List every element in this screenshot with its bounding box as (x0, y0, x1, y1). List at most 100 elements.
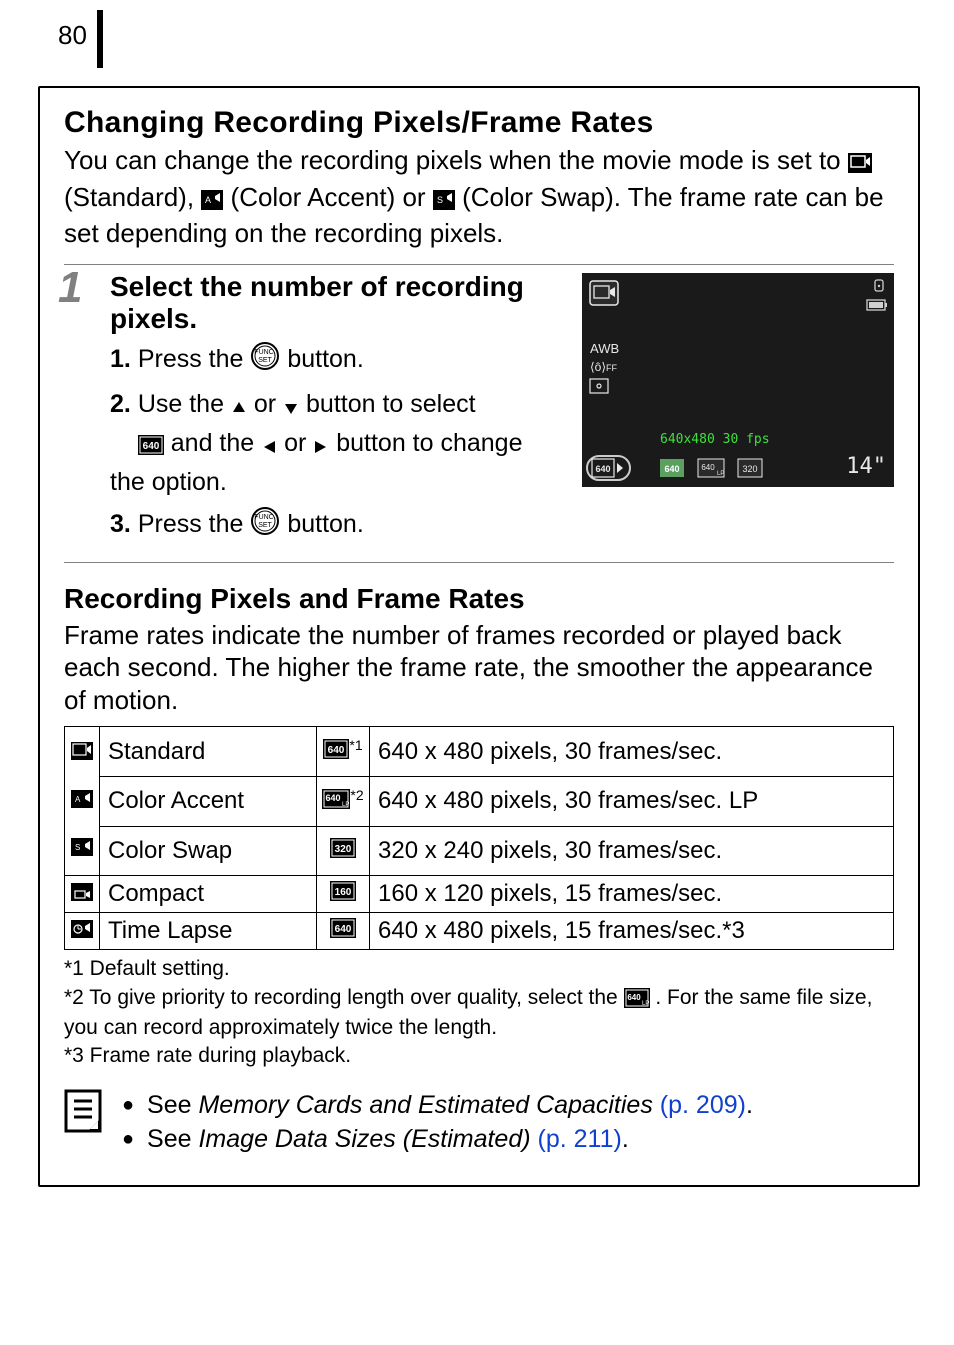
res-640-icon: 640 (330, 918, 356, 938)
movie-color-swap-icon: S (433, 185, 455, 218)
mode-desc: 640 x 480 pixels, 30 frames/sec. (370, 727, 894, 777)
see-1-post: . (746, 1091, 753, 1119)
mode-label: Standard (100, 727, 317, 777)
lcd-mycolors-icon: ⟨ô⟩FF (590, 360, 619, 376)
up-arrow-icon (231, 391, 247, 426)
substep-1: 1. Press the FUNC.SET button. (110, 341, 562, 381)
footnote-1: *1 Default setting. (64, 956, 894, 982)
svg-text:A: A (205, 195, 211, 205)
svg-text:640: 640 (326, 793, 341, 803)
table-row: Color Swap 320 320 x 240 pixels, 30 fram… (65, 826, 894, 876)
substep-2: 2. Use the or button to select 2. 640 (110, 387, 562, 500)
lcd-awb-icon: AWB (590, 341, 619, 358)
note-icon (64, 1089, 108, 1144)
movie-timelapse-icon (71, 920, 93, 938)
intro-text-a: You can change the recording pixels when… (64, 145, 848, 175)
svg-text:320: 320 (742, 464, 757, 474)
modes-table: A S Standard 640 *1 640 x 480 pixels, 30 … (64, 726, 894, 950)
substep-2-num: 2. (110, 390, 131, 418)
table-row: A S Standard 640*1 640 x 480 pixels, 30 … (65, 727, 894, 777)
see-2-page-link[interactable]: (p. 211) (531, 1125, 622, 1153)
see-1-pre: See (147, 1091, 198, 1119)
substep-2-c: button to select (306, 390, 476, 418)
mode-label: Color Swap (100, 826, 317, 876)
svg-text:SET: SET (259, 522, 273, 529)
substep-3-num: 3. (110, 510, 131, 538)
intro-text-c: (Color Accent) or (231, 182, 433, 212)
movie-color-accent-icon: A (71, 790, 93, 808)
res-160-icon: 160 (330, 881, 356, 901)
footnote-marker: *1 (349, 737, 362, 753)
mode-desc: 320 x 240 pixels, 30 frames/sec. (370, 826, 894, 876)
step-number: 1 (58, 263, 82, 313)
substep-3-pre: Press the (138, 510, 251, 538)
res-640lp-icon: 640LP (624, 988, 650, 1015)
svg-text:640: 640 (328, 745, 345, 756)
lcd-movie-mode-icon (590, 281, 618, 309)
svg-text:LP: LP (642, 1001, 649, 1007)
svg-text:640: 640 (142, 441, 159, 452)
mode-desc: 640 x 480 pixels, 15 frames/sec.*3 (370, 913, 894, 950)
pixel-icon-cell: 640 (317, 913, 370, 950)
mode-label: Compact (100, 876, 317, 913)
svg-text:FUNC.: FUNC. (255, 514, 276, 521)
step-1: 1 Select the number of recording pixels.… (64, 264, 894, 563)
section-title-changing: Changing Recording Pixels/Frame Rates (64, 106, 894, 140)
table-row: Compact 160 160 x 120 pixels, 15 frames/… (65, 876, 894, 913)
substep-2-e: or (284, 429, 313, 457)
svg-text:S: S (437, 195, 443, 205)
movie-color-accent-icon: A (201, 185, 223, 218)
step-substeps: 1. Press the FUNC.SET button. 2. Use the (110, 341, 562, 546)
lcd-left-icons: AWB ⟨ô⟩FF (590, 341, 619, 399)
movie-standard-icon (848, 148, 872, 181)
movie-color-swap-icon: S (71, 838, 93, 856)
svg-text:LP: LP (342, 802, 349, 808)
see-also-box: ● See Memory Cards and Estimated Capacit… (64, 1089, 894, 1157)
lcd-resolution-label: 640x480 30 fps (660, 432, 770, 447)
table-row: Color Accent 640LP*2 640 x 480 pixels, 3… (65, 777, 894, 827)
bullet-icon: ● (122, 1092, 134, 1119)
func-set-button-icon: FUNC.SET (250, 341, 280, 381)
see-2-post: . (622, 1125, 629, 1153)
substep-1-pre: Press the (138, 345, 251, 373)
see-1-page-link[interactable]: (p. 209) (653, 1091, 746, 1119)
footnote-2-a: *2 To give priority to recording length … (64, 986, 624, 1009)
page-header: 80 (0, 0, 954, 86)
substep-2-b: or (254, 390, 283, 418)
substep-3-post: button. (287, 510, 363, 538)
res-640lp-icon: 640LP (322, 789, 350, 809)
page-number-divider (97, 10, 103, 68)
mode-desc: 640 x 480 pixels, 30 frames/sec. LP (370, 777, 894, 827)
right-arrow-icon (313, 430, 329, 465)
page-number: 80 (0, 20, 97, 51)
pixel-icon-cell: 640 *1 (317, 727, 370, 777)
substep-3: 3. Press the FUNC.SET button. (110, 506, 562, 546)
func-set-button-icon: FUNC.SET (250, 506, 280, 546)
pixel-icon-cell: 160 (317, 876, 370, 913)
res-640-icon: 640 (138, 430, 164, 465)
svg-text:FUNC.: FUNC. (255, 349, 276, 356)
mode-group-icons: A S (65, 727, 100, 876)
footnotes: *1 Default setting. *2 To give priority … (64, 956, 894, 1069)
table-row: Time Lapse 640 640 x 480 pixels, 15 fram… (65, 913, 894, 950)
intro-text-b: (Standard), (64, 182, 201, 212)
footnote-marker: *2 (350, 787, 363, 803)
movie-standard-icon (71, 742, 93, 760)
svg-text:S: S (75, 843, 80, 852)
svg-text:LP: LP (717, 471, 724, 477)
see-item-2: ● See Image Data Sizes (Estimated) (p. 2… (122, 1123, 753, 1157)
lcd-top-right-icons (866, 277, 888, 317)
step-title: Select the number of recording pixels. (110, 271, 562, 335)
pixel-icon-cell: 640LP*2 (317, 777, 370, 827)
svg-text:640: 640 (627, 993, 641, 1002)
left-arrow-icon (261, 430, 277, 465)
section-intro-recording: Frame rates indicate the number of frame… (64, 619, 894, 717)
lcd-selected-option: 640 (586, 455, 631, 481)
res-640-icon: 640 (323, 739, 349, 759)
svg-text:640: 640 (664, 464, 679, 474)
mode-icon-cell (65, 913, 100, 950)
see-2-title: Image Data Sizes (Estimated) (198, 1125, 530, 1153)
lcd-opt-640lp-icon: 640LP (698, 459, 724, 477)
svg-text:A: A (75, 795, 81, 804)
see-1-title: Memory Cards and Estimated Capacities (198, 1091, 652, 1119)
